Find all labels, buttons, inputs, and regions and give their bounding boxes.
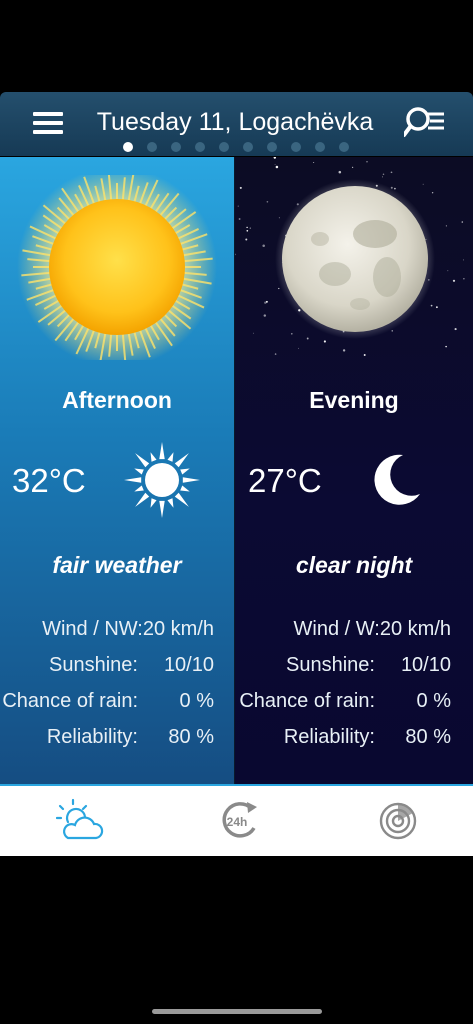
radar-icon [379, 802, 417, 840]
tab-radar[interactable] [374, 798, 424, 844]
bottom-tab-bar: 24h [0, 784, 473, 856]
afternoon-wind: Wind / NW:20 km/h [42, 618, 214, 640]
tab-current-weather[interactable] [55, 798, 106, 844]
page-dot[interactable] [171, 142, 181, 152]
evening-temperature: 27°C [248, 462, 322, 499]
evening-rain-label: Chance of rain: [239, 690, 375, 712]
page-dot[interactable] [339, 142, 349, 152]
evening-sunshine-value: 10/10 [400, 654, 451, 676]
page-dot[interactable] [195, 142, 205, 152]
page-dot[interactable] [219, 142, 229, 152]
afternoon-sunshine-label: Sunshine: [49, 654, 138, 676]
header-bar: Tuesday 11, Logachëvka [0, 92, 473, 156]
24h-clock-icon: 24h [222, 802, 257, 838]
afternoon-panel[interactable]: Afternoon 32°C fair weather Wind / NW:20… [0, 157, 234, 784]
page-dot[interactable] [267, 142, 277, 152]
evening-title: Evening [309, 387, 399, 413]
search-list-icon[interactable] [402, 104, 448, 144]
afternoon-temperature: 32°C [12, 462, 86, 499]
afternoon-sunshine-value: 10/10 [163, 654, 214, 676]
home-indicator [152, 1009, 322, 1014]
page-dot[interactable] [147, 142, 157, 152]
hamburger-menu-icon[interactable] [28, 106, 68, 140]
afternoon-reliability-label: Reliability: [46, 726, 138, 748]
afternoon-reliability-value: 80 % [168, 726, 214, 748]
evening-rain-value: 0 % [416, 690, 451, 712]
afternoon-rain-value: 0 % [179, 690, 214, 712]
evening-reliability-value: 80 % [405, 726, 451, 748]
page-dot[interactable] [243, 142, 253, 152]
crescent-moon-icon [374, 454, 420, 505]
evening-panel[interactable]: Evening 27°C clear night Wind / W:20 km/… [235, 157, 473, 784]
afternoon-condition: fair weather [52, 552, 182, 578]
evening-wind: Wind / W:20 km/h [293, 618, 451, 640]
page-dot[interactable] [291, 142, 301, 152]
page-title: Tuesday 11, Logachëvka [96, 108, 374, 136]
cloud-sun-icon [55, 798, 104, 840]
page-dot[interactable] [123, 142, 133, 152]
full-moon-icon [275, 179, 435, 339]
evening-reliability-label: Reliability: [283, 726, 375, 748]
afternoon-rain-label: Chance of rain: [2, 690, 138, 712]
tab-24h-forecast[interactable]: 24h [214, 798, 264, 844]
page-indicator [0, 142, 473, 152]
evening-condition: clear night [295, 552, 413, 578]
sun-icon [17, 175, 217, 360]
svg-text:24h: 24h [227, 815, 248, 829]
evening-sunshine-label: Sunshine: [286, 654, 375, 676]
sun-icon [124, 442, 200, 518]
weather-screen: Tuesday 11, Logachëvka Afternoon 32°C fa… [0, 0, 473, 1024]
page-dot[interactable] [315, 142, 325, 152]
afternoon-title: Afternoon [62, 387, 172, 413]
